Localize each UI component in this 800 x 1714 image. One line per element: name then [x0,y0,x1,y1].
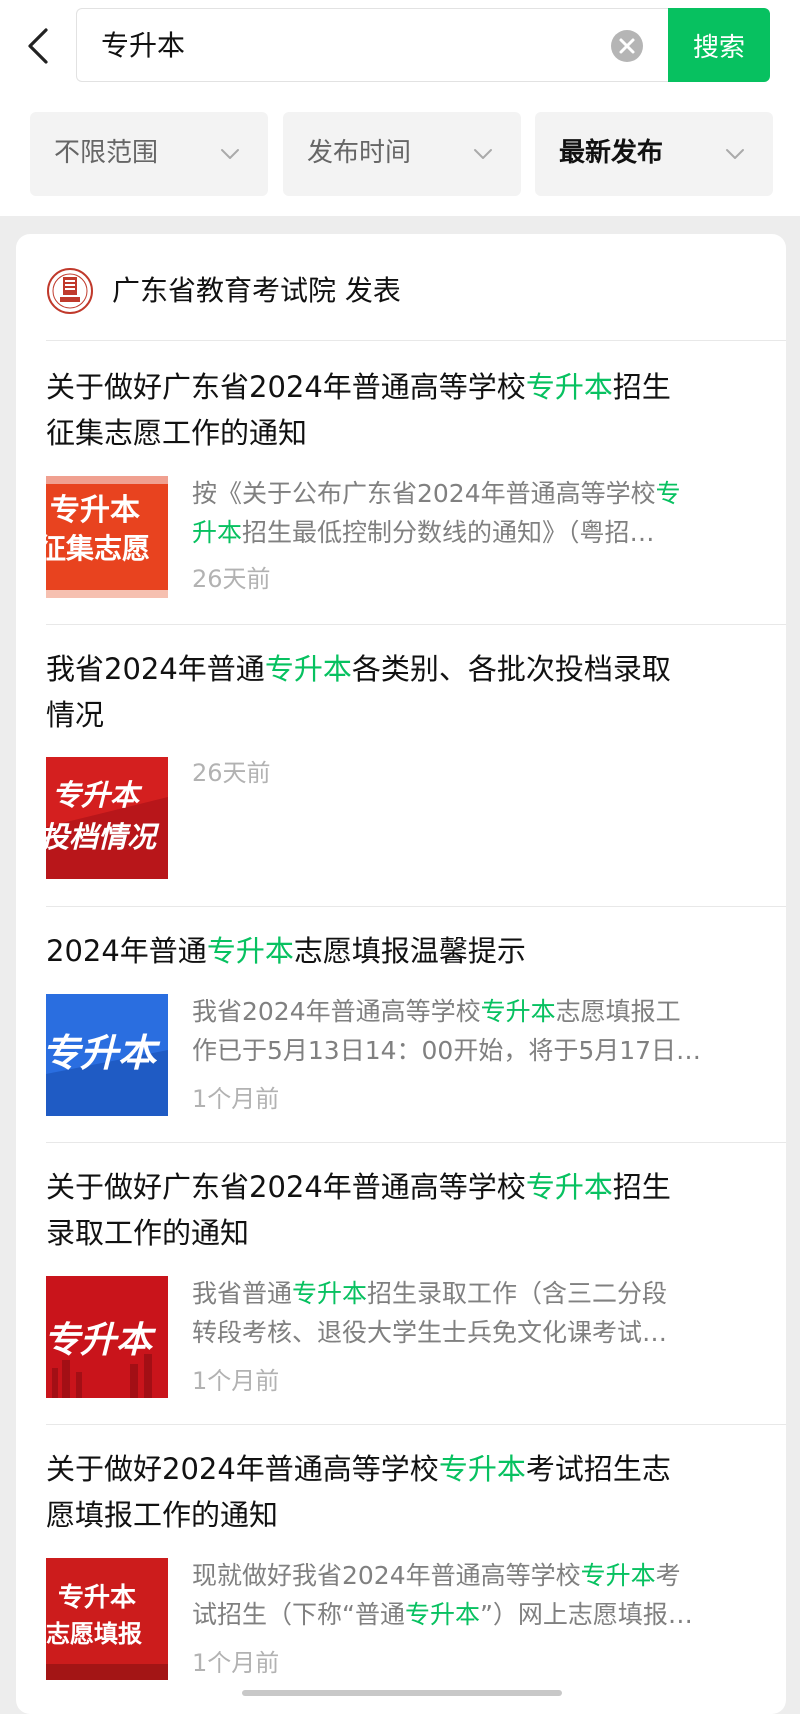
search-query-text: 专升本 [101,29,186,62]
svg-text:专升本: 专升本 [46,1320,157,1361]
article-thumbnail[interactable]: 专升本 志愿填报 [46,1558,168,1680]
article-snippet: 我省2024年普通高等学校专升本志愿填报工 作已于5月13日14：00开始，将于… [192,997,702,1065]
article-thumbnail[interactable]: 专升本 [46,994,168,1116]
svg-text:专升本: 专升本 [46,1031,161,1075]
divider [46,340,786,341]
divider [46,624,786,625]
svg-text:投档情况: 投档情况 [46,820,160,854]
article-title[interactable]: 关于做好2024年普通高等学校专升本考试招生志 愿填报工作的通知 [46,1446,746,1538]
publisher-logo-icon [47,268,93,314]
publisher-header[interactable]: 广东省教育考试院 发表 [46,264,401,318]
divider [46,906,786,907]
home-indicator[interactable] [242,1690,562,1696]
divider [46,1142,786,1143]
article-thumbnail[interactable]: 专升本 投档情况 [46,757,168,879]
divider [46,1424,786,1425]
article-time: 26天前 [192,759,271,787]
filter-publish-time[interactable]: 发布时间 [283,112,521,196]
results-card: 广东省教育考试院 发表 关于做好广东省2024年普通高等学校专升本招生 征集志愿… [16,234,786,1714]
chevron-down-icon [474,149,492,159]
article-time: 1个月前 [192,1367,280,1395]
article-snippet: 按《关于公布广东省2024年普通高等学校专 升本招生最低控制分数线的通知》（粤招… [192,479,681,547]
filter-sort-label: 最新发布 [559,138,664,168]
article-title[interactable]: 2024年普通专升本志愿填报温馨提示 [46,928,746,974]
chevron-down-icon [726,149,744,159]
filter-sort[interactable]: 最新发布 [535,112,773,196]
article-snippet: 我省普通专升本招生录取工作（含三二分段 转段考核、退役大学生士兵免文化课考试… [192,1279,668,1347]
search-input[interactable]: 专升本 [76,8,668,82]
svg-text:专升本: 专升本 [52,778,143,812]
svg-text:志愿填报: 志愿填报 [46,1620,142,1648]
search-button[interactable]: 搜索 [668,8,770,82]
svg-text:征集志愿: 征集志愿 [46,532,150,565]
article-time: 26天前 [192,565,271,593]
article-thumbnail[interactable]: 专升本 [46,1276,168,1398]
chevron-down-icon [221,149,239,159]
clear-search-button[interactable] [610,29,644,63]
article-snippet: 现就做好我省2024年普通高等学校专升本考 试招生（下称“普通专升本”）网上志愿… [192,1561,693,1629]
svg-text:专升本: 专升本 [50,493,140,528]
filter-scope[interactable]: 不限范围 [30,112,268,196]
clear-icon [611,30,643,62]
chevron-left-icon [28,28,48,64]
search-header: 专升本 搜索 不限范围 发布时间 最新发布 [0,0,800,216]
article-title[interactable]: 关于做好广东省2024年普通高等学校专升本招生 征集志愿工作的通知 [46,364,746,456]
article-time: 1个月前 [192,1649,280,1677]
svg-text:专升本: 专升本 [58,1583,136,1613]
article-thumbnail[interactable]: 专升本 征集志愿 [46,476,168,598]
article-title[interactable]: 关于做好广东省2024年普通高等学校专升本招生 录取工作的通知 [46,1164,746,1256]
filter-publish-time-label: 发布时间 [307,138,412,168]
article-time: 1个月前 [192,1085,280,1113]
back-button[interactable] [22,22,54,70]
filter-scope-label: 不限范围 [54,138,159,168]
article-title[interactable]: 我省2024年普通专升本各类别、各批次投档录取 情况 [46,646,746,738]
publisher-name: 广东省教育考试院 发表 [112,274,401,307]
